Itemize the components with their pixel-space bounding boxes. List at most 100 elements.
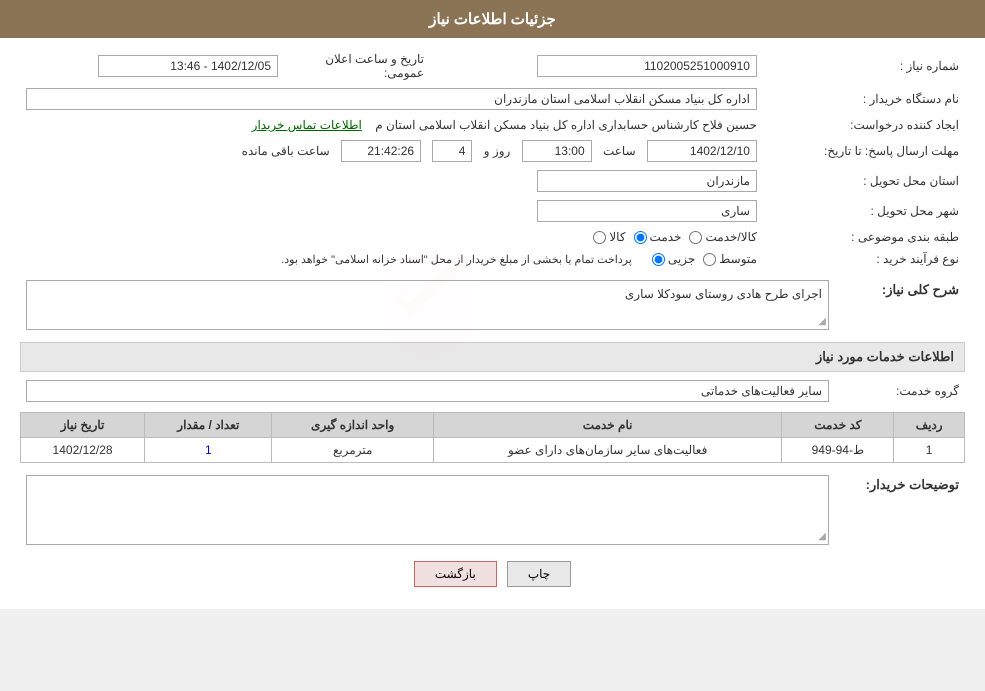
creator-value: حسین فلاح کارشناس حسابداری اداره کل بنیا… [375, 118, 757, 132]
cell-row-num: 1 [894, 438, 965, 463]
table-row: 1 ط-94-949 فعالیت‌های سایر سازمان‌های دا… [21, 438, 965, 463]
category-label: طبقه بندی موضوعی : [763, 226, 965, 248]
buttons-row: چاپ بازگشت [20, 561, 965, 587]
description-value-cell: اجرای طرح هادی روستای سودکلا ساری ◢ [20, 276, 835, 334]
radio-kala-input[interactable] [593, 231, 606, 244]
row-need-number: شماره نیاز : 1102005251000910 تاریخ و سا… [20, 48, 965, 84]
back-button[interactable]: بازگشت [414, 561, 497, 587]
creator-value-cell: حسین فلاح کارشناس حسابداری اداره کل بنیا… [20, 114, 763, 136]
send-date-value-cell: 1402/12/10 ساعت 13:00 روز و 4 21:42:26 [20, 136, 763, 166]
radio-khadamat[interactable]: خدمت [634, 230, 682, 244]
service-group-value-cell: سایر فعالیت‌های خدماتی [20, 376, 835, 406]
service-group-table: گروه خدمت: سایر فعالیت‌های خدماتی [20, 376, 965, 406]
service-group-label: گروه خدمت: [835, 376, 965, 406]
kala-label: کالا [609, 230, 625, 244]
info-table: شماره نیاز : 1102005251000910 تاریخ و سا… [20, 48, 965, 270]
buyer-description-table: توضیحات خریدار: ◢ [20, 471, 965, 549]
radio-motavasset-input[interactable] [703, 253, 716, 266]
resize-handle: ◢ [818, 316, 826, 327]
col-service-code: کد خدمت [782, 413, 894, 438]
announce-label: تاریخ و ساعت اعلان عمومی: [325, 52, 424, 80]
jozei-label: جزیی [668, 252, 695, 266]
radio-khadamat-input[interactable] [634, 231, 647, 244]
remaining-label: ساعت باقی مانده [242, 144, 330, 158]
kala-khadamat-label: کالا/خدمت [705, 230, 756, 244]
col-date: تاریخ نیاز [21, 413, 145, 438]
purchase-note: پرداخت تمام یا بخشی از مبلغ خریدار از مح… [281, 253, 632, 266]
main-content: شماره نیاز : 1102005251000910 تاریخ و سا… [0, 38, 985, 609]
radio-kala-khadamat-input[interactable] [689, 231, 702, 244]
col-unit: واحد اندازه گیری [272, 413, 433, 438]
purchase-type-row: جزیی متوسط پرداخت تمام یا بخشی از مبلغ خ… [26, 252, 757, 266]
category-radio-group: کالا خدمت کالا/خدمت [593, 230, 757, 244]
radio-motavasset[interactable]: متوسط [703, 252, 757, 266]
buyer-org-value: اداره کل بنیاد مسکن انقلاب اسلامی استان … [26, 88, 757, 110]
creator-label: ایجاد کننده درخواست: [763, 114, 965, 136]
row-buyer-org: نام دستگاه خریدار : اداره کل بنیاد مسکن … [20, 84, 965, 114]
description-value: اجرای طرح هادی روستای سودکلا ساری [625, 287, 822, 301]
col-quantity: تعداد / مقدار [145, 413, 272, 438]
announce-value: 1402/12/05 - 13:46 [98, 55, 278, 77]
category-options-cell: کالا خدمت کالا/خدمت [20, 226, 763, 248]
date-time-row: 1402/12/10 ساعت 13:00 روز و 4 21:42:26 [26, 140, 757, 162]
cell-service-name: فعالیت‌های سایر سازمان‌های دارای عضو [433, 438, 781, 463]
purchase-type-cell: جزیی متوسط پرداخت تمام یا بخشی از مبلغ خ… [20, 248, 763, 270]
radio-jozei-input[interactable] [652, 253, 665, 266]
table-header-row: ردیف کد خدمت نام خدمت واحد اندازه گیری ت… [21, 413, 965, 438]
buyer-org-label: نام دستگاه خریدار : [763, 84, 965, 114]
province-value-cell: مازندران [20, 166, 763, 196]
header-title: جزئیات اطلاعات نیاز [429, 11, 556, 28]
row-creator: ایجاد کننده درخواست: حسین فلاح کارشناس ح… [20, 114, 965, 136]
time-value: 13:00 [522, 140, 592, 162]
announce-value-cell: 1402/12/05 - 13:46 [20, 48, 284, 84]
services-section-header: اطلاعات خدمات مورد نیاز [20, 342, 965, 372]
col-service-name: نام خدمت [433, 413, 781, 438]
row-description: شرح کلی نیاز: اجرای طرح هادی روستای سودک… [20, 276, 965, 334]
row-send-date: مهلت ارسال پاسخ: تا تاریخ: 1402/12/10 سا… [20, 136, 965, 166]
need-number-value: 1102005251000910 [444, 48, 763, 84]
buyer-description-box[interactable]: ◢ [26, 475, 829, 545]
khadamat-label: خدمت [650, 230, 682, 244]
row-service-group: گروه خدمت: سایر فعالیت‌های خدماتی [20, 376, 965, 406]
city-value-cell: ساری [20, 196, 763, 226]
cell-quantity: 1 [145, 438, 272, 463]
province-value: مازندران [537, 170, 757, 192]
need-number-input: 1102005251000910 [537, 55, 757, 77]
row-purchase-type: نوع فرآیند خرید : جزیی متوسط [20, 248, 965, 270]
send-date-label: مهلت ارسال پاسخ: تا تاریخ: [763, 136, 965, 166]
creator-link[interactable]: اطلاعات تماس خریدار [252, 118, 362, 132]
buyer-description-title: توضیحات خریدار: [866, 477, 959, 492]
description-table: شرح کلی نیاز: اجرای طرح هادی روستای سودک… [20, 276, 965, 334]
days-label: روز و [484, 144, 511, 158]
buyer-org-value-cell: اداره کل بنیاد مسکن انقلاب اسلامی استان … [20, 84, 763, 114]
city-value: ساری [537, 200, 757, 222]
description-title: شرح کلی نیاز: [882, 282, 959, 297]
cell-service-code: ط-94-949 [782, 438, 894, 463]
resize-handle-2: ◢ [818, 531, 826, 542]
services-data-table: ردیف کد خدمت نام خدمت واحد اندازه گیری ت… [20, 412, 965, 463]
radio-kala[interactable]: کالا [593, 230, 625, 244]
time-label: ساعت [603, 144, 636, 158]
description-box: اجرای طرح هادی روستای سودکلا ساری ◢ [26, 280, 829, 330]
radio-kala-khadamat[interactable]: کالا/خدمت [689, 230, 756, 244]
row-category: طبقه بندی موضوعی : کالا خدمت [20, 226, 965, 248]
purchase-radio-group: جزیی متوسط [652, 252, 757, 266]
city-label: شهر محل تحویل : [763, 196, 965, 226]
row-city: شهر محل تحویل : ساری [20, 196, 965, 226]
date-value: 1402/12/10 [647, 140, 757, 162]
print-button[interactable]: چاپ [507, 561, 571, 587]
col-row-num: ردیف [894, 413, 965, 438]
buyer-description-value-cell: ◢ [20, 471, 835, 549]
page-wrapper: جزئیات اطلاعات نیاز شماره نیاز : 1102005… [0, 0, 985, 609]
radio-jozei[interactable]: جزیی [652, 252, 695, 266]
days-value: 4 [432, 140, 472, 162]
page-header: جزئیات اطلاعات نیاز [0, 0, 985, 38]
need-number-label: شماره نیاز : [763, 48, 965, 84]
province-label: استان محل تحویل : [763, 166, 965, 196]
cell-date: 1402/12/28 [21, 438, 145, 463]
cell-unit: مترمربع [272, 438, 433, 463]
service-group-value: سایر فعالیت‌های خدماتی [26, 380, 829, 402]
remaining-time: 21:42:26 [341, 140, 421, 162]
purchase-type-label: نوع فرآیند خرید : [763, 248, 965, 270]
row-buyer-description: توضیحات خریدار: ◢ [20, 471, 965, 549]
